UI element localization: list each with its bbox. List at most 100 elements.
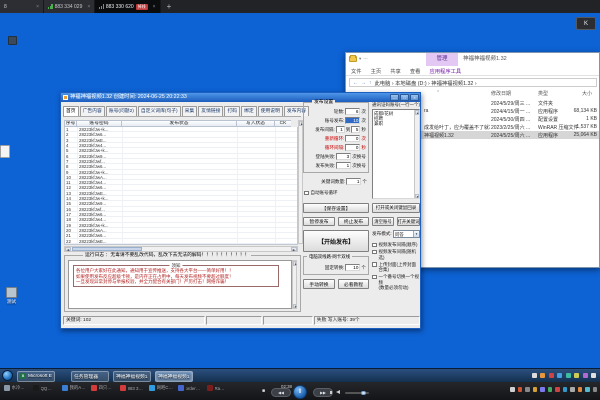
taskbar-button[interactable]: 神福神福视频1.32 ... xyxy=(155,371,193,382)
scroll-up-icon[interactable]: ▲ xyxy=(299,121,302,126)
option-checkbox[interactable]: 上传封面(上传封面合集) xyxy=(372,262,420,273)
tray-icon[interactable] xyxy=(533,387,538,392)
tray-icon[interactable] xyxy=(549,373,554,378)
close-icon[interactable]: × xyxy=(87,4,90,10)
save-settings-button[interactable]: 【保存设置】 xyxy=(303,203,369,213)
open-keywords-button[interactable]: 打开关键词 xyxy=(397,217,420,226)
desktop[interactable]: 测试 K ▾ ⋯ 管理 神福神福视频1.32 文件 主页 xyxy=(0,13,600,368)
scroll-down-icon[interactable]: ▼ xyxy=(293,304,296,309)
close-icon[interactable]: × xyxy=(36,4,39,10)
interval-max-input[interactable]: 5 xyxy=(351,126,360,133)
keyword-count-input[interactable]: 1 xyxy=(346,178,361,185)
code-account-listbox[interactable]: 成都/花树招聘兼职 ▲ ▼ xyxy=(372,109,420,199)
th-account[interactable]: 账号密码 xyxy=(77,120,122,127)
reloop-input[interactable]: 0 xyxy=(345,135,360,142)
quick-access-toolbar[interactable]: ▾ ⋯ xyxy=(349,56,368,62)
tray-icon[interactable] xyxy=(548,387,553,392)
session-tab[interactable]: 883 334 029 × xyxy=(44,0,95,13)
explorer-titlebar[interactable]: ▾ ⋯ 管理 神福神福视频1.32 xyxy=(346,53,599,66)
option-checkbox[interactable]: 视频发布间隔(随机选) xyxy=(372,249,420,260)
session-tab-partial[interactable]: 8 × xyxy=(0,0,44,13)
maximize-button[interactable]: □ xyxy=(400,94,409,101)
publisher-window[interactable]: 神福神福视频1.32 创建时间: 2024-06-25 20:22:33 — □… xyxy=(60,92,421,329)
main-tab[interactable]: 使用说明 xyxy=(258,106,283,116)
toggle-record-button[interactable]: 打开或关闭键鼠回录 xyxy=(372,203,420,213)
volume-knob[interactable] xyxy=(361,391,366,396)
remote-keyboard-toggle[interactable]: K xyxy=(576,17,596,30)
ribbon-tab[interactable]: 共享 xyxy=(390,67,401,75)
interval-min-input[interactable]: 1 xyxy=(336,126,345,133)
taskbar-button[interactable]: 任务管理器 xyxy=(71,371,109,382)
session-tab[interactable]: 883 330 620 掉线 × xyxy=(95,0,160,13)
launcher-item[interactable]: 四只… xyxy=(91,385,115,391)
main-tab[interactable]: 友情链接 xyxy=(198,106,223,116)
tray-icon[interactable] xyxy=(585,387,590,392)
stop-icon[interactable]: ■ xyxy=(262,388,265,394)
per-account-input[interactable]: 10 xyxy=(345,117,360,124)
loop-gap-input[interactable]: 0 xyxy=(345,144,360,151)
start-button[interactable] xyxy=(2,370,13,381)
list-item[interactable]: 兼职 xyxy=(374,121,413,126)
launcher-item[interactable]: QQ… xyxy=(33,385,57,391)
auto-cycle-checkbox[interactable]: 自动账号循环 xyxy=(304,190,368,195)
rewind-button[interactable]: ◀◀ xyxy=(271,388,291,397)
tray-icon[interactable] xyxy=(540,387,545,392)
window-titlebar[interactable]: 神福神福视频1.32 创建时间: 2024-06-25 20:22:33 — □… xyxy=(61,93,420,102)
checkbox-icon[interactable] xyxy=(372,250,377,255)
tray-icon[interactable] xyxy=(557,373,562,378)
taskbar-button[interactable]: X Microsoft Excel - ... xyxy=(17,371,55,382)
tray-icon[interactable] xyxy=(540,373,545,378)
start-publish-button[interactable]: 【开始发布】 xyxy=(303,230,369,252)
scroll-left-icon[interactable]: ◀ xyxy=(65,247,71,251)
tray-icon[interactable] xyxy=(525,387,530,392)
desktop-icon[interactable]: 测试 xyxy=(6,287,17,305)
th-index[interactable]: 序号 xyxy=(64,120,77,127)
tray-icon[interactable] xyxy=(563,387,568,392)
tray-icon[interactable] xyxy=(510,387,515,392)
tray-icon[interactable] xyxy=(578,387,583,392)
tray-icon[interactable] xyxy=(532,373,537,378)
launcher-item[interactable]: order… xyxy=(178,385,202,391)
clear-accounts-button[interactable]: 清空账号 xyxy=(372,217,394,226)
tray-icon[interactable] xyxy=(583,373,588,378)
breadcrumb[interactable]: 此电脑 › 本地磁盘 (D:) › 神福神福视频1.32 › xyxy=(375,79,477,87)
fixed-switch-input[interactable]: 10 xyxy=(345,264,360,271)
main-tab[interactable]: 账号(问题2) xyxy=(106,106,137,116)
chevron-down-icon[interactable]: ▾ xyxy=(359,56,361,62)
tray-icon[interactable] xyxy=(566,373,571,378)
checkbox-icon[interactable] xyxy=(372,243,377,248)
main-tab[interactable]: 自定义词库(句子) xyxy=(138,106,181,116)
tray-icon[interactable] xyxy=(591,373,596,378)
main-tab[interactable]: 绑定 xyxy=(241,106,257,116)
chevron-down-icon[interactable]: ▾ xyxy=(413,231,419,237)
main-tab[interactable]: 广告内容 xyxy=(80,106,105,116)
main-tab[interactable]: 采集 xyxy=(182,106,198,116)
more-icon[interactable]: ⋯ xyxy=(363,56,368,62)
ribbon-tab[interactable]: 查看 xyxy=(410,67,421,75)
column-date[interactable]: 修改日期 xyxy=(491,90,511,97)
taskbar-button[interactable]: 神福神福视频1.32 xyxy=(113,371,151,382)
account-table[interactable]: 序号 账号密码 发布状态 写入状态 CK 1 28223kfJw+k... xyxy=(64,120,298,245)
close-button[interactable]: × xyxy=(410,94,419,101)
tray-icon[interactable] xyxy=(570,387,575,392)
checkbox-icon[interactable] xyxy=(304,191,309,196)
up-icon[interactable]: ↑ xyxy=(369,80,372,86)
forward-icon[interactable]: → xyxy=(361,80,366,86)
scroll-right-icon[interactable]: ▶ xyxy=(291,247,297,251)
speaker-icon[interactable] xyxy=(336,390,340,394)
column-size[interactable]: 大小 xyxy=(582,90,592,97)
th-ck[interactable]: CK xyxy=(275,120,291,127)
checkbox-icon[interactable] xyxy=(372,262,377,267)
option-checkbox[interactable]: 视频发布间隔(顺序) xyxy=(372,242,420,247)
back-icon[interactable]: ← xyxy=(353,80,358,86)
th-publish-status[interactable]: 发布状态 xyxy=(122,120,237,127)
desktop-icon[interactable] xyxy=(8,36,17,45)
pause-publish-button[interactable]: 暂停发布 xyxy=(303,217,335,226)
launcher-item[interactable]: 网吧C… xyxy=(149,385,173,391)
publish-mode-select[interactable]: 问答 ▾ xyxy=(393,230,420,238)
log-scrollbar[interactable]: ▲ ▼ xyxy=(292,260,297,309)
main-tab[interactable]: 打码 xyxy=(224,106,240,116)
listbox-scrollbar[interactable]: ▲ ▼ xyxy=(414,110,419,198)
column-type[interactable]: 类型 xyxy=(538,90,548,97)
tray-icon[interactable] xyxy=(593,387,598,392)
